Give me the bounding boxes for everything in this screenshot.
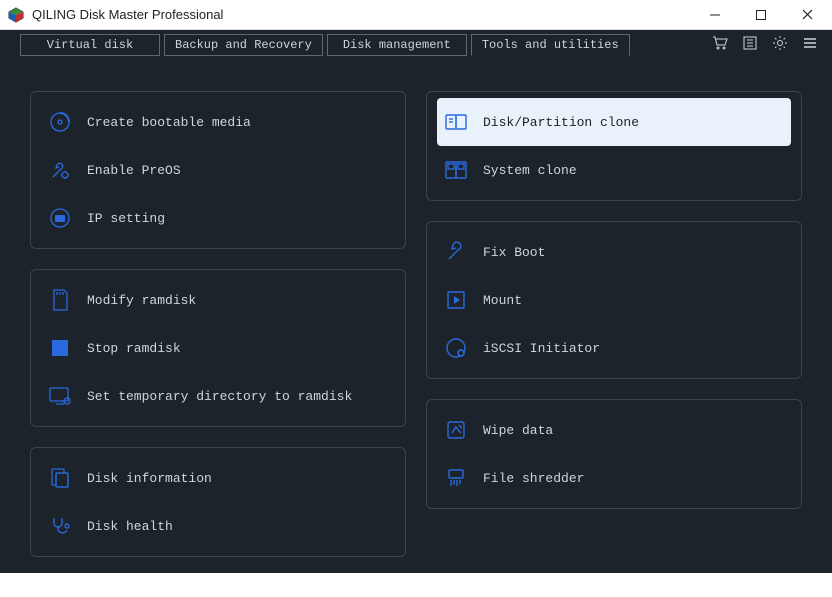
titlebar: QILING Disk Master Professional (0, 0, 832, 30)
sd-card-icon (47, 287, 73, 313)
panel-data: Wipe data File shredder (426, 399, 802, 509)
item-disk-health[interactable]: Disk health (41, 502, 395, 550)
clone-icon (443, 109, 469, 135)
menu-icon[interactable] (802, 35, 818, 51)
item-system-clone[interactable]: System clone (437, 146, 791, 194)
stethoscope-icon (47, 513, 73, 539)
list-icon[interactable] (742, 35, 758, 51)
tab-label: Backup and Recovery (175, 38, 312, 52)
close-button[interactable] (784, 0, 830, 30)
item-label: Enable PreOS (87, 163, 181, 178)
item-iscsi-initiator[interactable]: iSCSI Initiator (437, 324, 791, 372)
window-title: QILING Disk Master Professional (32, 7, 692, 22)
tab-label: Virtual disk (47, 38, 133, 52)
disk-icon (443, 335, 469, 361)
system-clone-icon (443, 157, 469, 183)
document-icon (47, 465, 73, 491)
item-ip-setting[interactable]: IP setting (41, 194, 395, 242)
item-label: Mount (483, 293, 522, 308)
right-column: Disk/Partition clone System clone (426, 91, 802, 557)
item-label: Modify ramdisk (87, 293, 196, 308)
window-controls (692, 0, 830, 30)
item-label: System clone (483, 163, 577, 178)
item-label: Disk health (87, 519, 173, 534)
left-column: Create bootable media Enable PreOS (30, 91, 406, 557)
app-body: Virtual disk Backup and Recovery Disk ma… (0, 30, 832, 573)
item-fix-boot[interactable]: Fix Boot (437, 228, 791, 276)
item-label: Stop ramdisk (87, 341, 181, 356)
content: Create bootable media Enable PreOS (0, 56, 832, 597)
item-wipe-data[interactable]: Wipe data (437, 406, 791, 454)
item-label: Disk/Partition clone (483, 115, 639, 130)
item-modify-ramdisk[interactable]: Modify ramdisk (41, 276, 395, 324)
item-enable-preos[interactable]: Enable PreOS (41, 146, 395, 194)
item-mount[interactable]: Mount (437, 276, 791, 324)
shredder-icon (443, 465, 469, 491)
disc-icon (47, 109, 73, 135)
cart-icon[interactable] (712, 35, 728, 51)
monitor-gear-icon (47, 383, 73, 409)
minimize-button[interactable] (692, 0, 738, 30)
item-label: IP setting (87, 211, 165, 226)
tabbar: Virtual disk Backup and Recovery Disk ma… (0, 30, 832, 56)
tab-backup-recovery[interactable]: Backup and Recovery (164, 34, 323, 56)
item-label: Fix Boot (483, 245, 545, 260)
item-disk-partition-clone[interactable]: Disk/Partition clone (437, 98, 791, 146)
gear-icon[interactable] (772, 35, 788, 51)
stop-icon (47, 335, 73, 361)
tab-label: Disk management (343, 38, 451, 52)
panel-disk-info: Disk information Disk health (30, 447, 406, 557)
item-disk-information[interactable]: Disk information (41, 454, 395, 502)
wrench-icon (443, 239, 469, 265)
item-label: iSCSI Initiator (483, 341, 600, 356)
item-label: Create bootable media (87, 115, 251, 130)
tab-tools-utilities[interactable]: Tools and utilities (471, 34, 630, 56)
panel-boot-options: Create bootable media Enable PreOS (30, 91, 406, 249)
maximize-button[interactable] (738, 0, 784, 30)
item-create-bootable-media[interactable]: Create bootable media (41, 98, 395, 146)
tab-virtual-disk[interactable]: Virtual disk (20, 34, 160, 56)
panel-tools: Fix Boot Mount (426, 221, 802, 379)
item-file-shredder[interactable]: File shredder (437, 454, 791, 502)
tab-disk-management[interactable]: Disk management (327, 34, 467, 56)
app-logo-icon (8, 7, 24, 23)
play-icon (443, 287, 469, 313)
monitor-icon (47, 205, 73, 231)
item-label: Wipe data (483, 423, 553, 438)
item-set-temp-directory[interactable]: Set temporary directory to ramdisk (41, 372, 395, 420)
panel-ramdisk: Modify ramdisk Stop ramdisk Set (30, 269, 406, 427)
item-stop-ramdisk[interactable]: Stop ramdisk (41, 324, 395, 372)
item-label: Set temporary directory to ramdisk (87, 389, 352, 404)
wrench-gear-icon (47, 157, 73, 183)
tab-label: Tools and utilities (482, 38, 619, 52)
panel-clone: Disk/Partition clone System clone (426, 91, 802, 201)
item-label: Disk information (87, 471, 212, 486)
eraser-icon (443, 417, 469, 443)
item-label: File shredder (483, 471, 584, 486)
